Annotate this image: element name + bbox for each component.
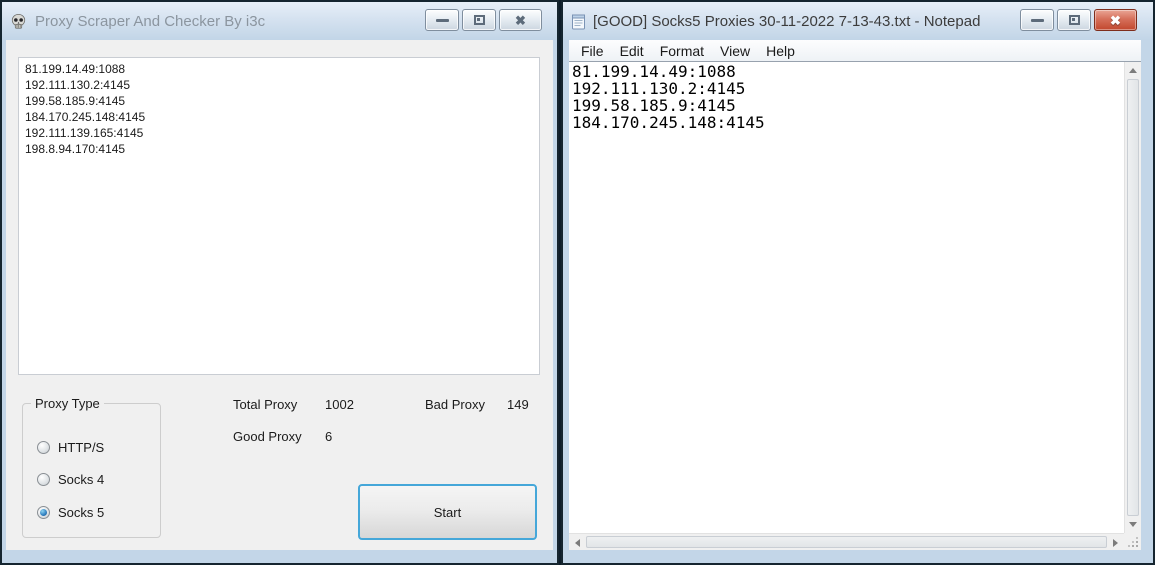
text-line: 199.58.185.9:4145 bbox=[572, 97, 1121, 114]
minimize-button[interactable] bbox=[1020, 9, 1054, 31]
menu-bar: File Edit Format View Help bbox=[569, 40, 1141, 61]
radio-icon bbox=[37, 473, 50, 486]
resize-grip[interactable] bbox=[1124, 533, 1141, 550]
maximize-button[interactable] bbox=[462, 9, 496, 31]
minimize-icon bbox=[1031, 19, 1044, 22]
scroll-right-button[interactable] bbox=[1107, 534, 1124, 551]
close-icon: ✖ bbox=[1110, 14, 1121, 27]
arrow-right-icon bbox=[1113, 539, 1118, 547]
horizontal-scrollbar[interactable] bbox=[569, 533, 1124, 550]
proxy-list-line: 192.111.139.165:4145 bbox=[25, 125, 533, 141]
title-bar[interactable]: Proxy Scraper And Checker By i3c ✖ bbox=[2, 2, 557, 40]
proxy-list-line: 192.111.130.2:4145 bbox=[25, 77, 533, 93]
proxy-list-line: 81.199.14.49:1088 bbox=[25, 61, 533, 77]
bad-proxy-value: 149 bbox=[507, 397, 529, 412]
start-button[interactable]: Start bbox=[358, 484, 537, 540]
menu-item-edit[interactable]: Edit bbox=[612, 42, 652, 60]
proxy-type-label: Proxy Type bbox=[31, 396, 104, 411]
resize-grip-icon bbox=[1124, 533, 1141, 550]
window-title: [GOOD] Socks5 Proxies 30-11-2022 7-13-43… bbox=[593, 13, 980, 30]
proxy-list-box[interactable]: 81.199.14.49:1088 192.111.130.2:4145 199… bbox=[18, 57, 540, 375]
scroll-down-button[interactable] bbox=[1124, 516, 1141, 533]
radio-socks5[interactable]: Socks 5 bbox=[37, 505, 104, 520]
window-title: Proxy Scraper And Checker By i3c bbox=[35, 13, 265, 30]
radio-icon bbox=[37, 506, 50, 519]
client-area: File Edit Format View Help 81.199.14.49:… bbox=[569, 40, 1141, 550]
proxy-list-line: 184.170.245.148:4145 bbox=[25, 109, 533, 125]
window-notepad: [GOOD] Socks5 Proxies 30-11-2022 7-13-43… bbox=[561, 0, 1155, 565]
menu-item-help[interactable]: Help bbox=[758, 42, 803, 60]
proxy-list-line: 198.8.94.170:4145 bbox=[25, 141, 533, 157]
radio-icon bbox=[37, 441, 50, 454]
text-line: 192.111.130.2:4145 bbox=[572, 80, 1121, 97]
vertical-scrollbar[interactable] bbox=[1124, 62, 1141, 533]
close-button[interactable]: ✖ bbox=[1094, 9, 1137, 31]
notepad-icon bbox=[570, 13, 587, 30]
menu-item-file[interactable]: File bbox=[573, 42, 612, 60]
bad-proxy-label: Bad Proxy bbox=[425, 397, 485, 412]
arrow-down-icon bbox=[1129, 522, 1137, 527]
skull-icon bbox=[10, 13, 27, 30]
radio-socks4[interactable]: Socks 4 bbox=[37, 472, 104, 487]
minimize-button[interactable] bbox=[425, 9, 459, 31]
menu-item-view[interactable]: View bbox=[712, 42, 758, 60]
vertical-scrollbar-thumb[interactable] bbox=[1127, 79, 1139, 516]
radio-http[interactable]: HTTP/S bbox=[37, 440, 104, 455]
maximize-icon bbox=[474, 15, 485, 25]
menu-item-format[interactable]: Format bbox=[652, 42, 712, 60]
horizontal-scrollbar-thumb[interactable] bbox=[586, 536, 1107, 548]
good-proxy-value: 6 bbox=[325, 429, 332, 444]
proxy-type-groupbox: Proxy Type HTTP/S Socks 4 Socks 5 bbox=[22, 403, 161, 538]
text-line: 81.199.14.49:1088 bbox=[572, 63, 1121, 80]
radio-label: HTTP/S bbox=[58, 440, 104, 455]
desktop: Proxy Scraper And Checker By i3c ✖ 81.19… bbox=[0, 0, 1155, 565]
close-button[interactable]: ✖ bbox=[499, 9, 542, 31]
radio-label: Socks 4 bbox=[58, 472, 104, 487]
text-line: 184.170.245.148:4145 bbox=[572, 114, 1121, 131]
title-bar[interactable]: [GOOD] Socks5 Proxies 30-11-2022 7-13-43… bbox=[563, 2, 1153, 40]
total-proxy-value: 1002 bbox=[325, 397, 354, 412]
minimize-icon bbox=[436, 19, 449, 22]
maximize-icon bbox=[1069, 15, 1080, 25]
edit-area: 81.199.14.49:1088 192.111.130.2:4145 199… bbox=[569, 61, 1141, 550]
close-icon: ✖ bbox=[515, 14, 526, 27]
radio-label: Socks 5 bbox=[58, 505, 104, 520]
scroll-up-button[interactable] bbox=[1124, 62, 1141, 79]
arrow-left-icon bbox=[575, 539, 580, 547]
maximize-button[interactable] bbox=[1057, 9, 1091, 31]
notepad-text-area[interactable]: 81.199.14.49:1088 192.111.130.2:4145 199… bbox=[569, 62, 1124, 533]
window-proxy-checker: Proxy Scraper And Checker By i3c ✖ 81.19… bbox=[0, 0, 559, 565]
arrow-up-icon bbox=[1129, 68, 1137, 73]
proxy-list-line: 199.58.185.9:4145 bbox=[25, 93, 533, 109]
total-proxy-label: Total Proxy bbox=[233, 397, 297, 412]
scroll-left-button[interactable] bbox=[569, 534, 586, 551]
client-area: 81.199.14.49:1088 192.111.130.2:4145 199… bbox=[6, 40, 553, 550]
good-proxy-label: Good Proxy bbox=[233, 429, 302, 444]
